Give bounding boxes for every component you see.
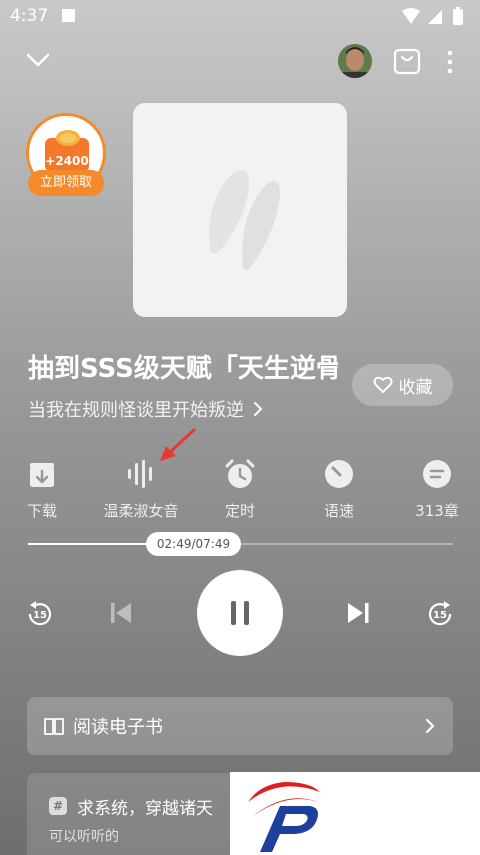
heart-icon [373, 376, 392, 393]
rewind-seconds: 15 [33, 610, 47, 621]
recommendation-title: 求系统，穿越诸天 [77, 799, 213, 819]
signal-battery-icon [402, 7, 463, 25]
recommendation-subtitle: 可以听听的 [49, 829, 119, 845]
tool-speed[interactable]: 语速 [294, 456, 384, 521]
notification-icon [62, 9, 75, 22]
tool-chapters-label: 313章 [415, 502, 459, 520]
chevron-down-icon [26, 53, 50, 67]
tool-timer[interactable]: 定时 [195, 456, 285, 521]
more-vertical-icon [447, 50, 453, 74]
promo-claim-button[interactable]: 立即领取 [28, 170, 104, 196]
skip-next-icon [348, 603, 369, 623]
chevron-right-icon [254, 402, 263, 416]
book-cover [133, 103, 347, 317]
tool-timer-label: 定时 [224, 502, 255, 520]
book-subtitle-link[interactable]: 当我在规则怪谈里开始叛逆 [28, 396, 266, 422]
voice-wave-icon [128, 460, 152, 488]
annotation-arrow-icon [160, 428, 196, 461]
download-icon [30, 463, 54, 487]
book-open-icon [44, 718, 64, 735]
tool-speed-label: 语速 [323, 502, 354, 520]
avatar[interactable] [338, 44, 372, 78]
previous-button[interactable] [106, 598, 136, 628]
speed-dial-icon [325, 460, 353, 488]
favorite-label: 收藏 [398, 377, 433, 398]
watermark-logo [230, 772, 480, 855]
fast-forward-icon: 15 [428, 601, 452, 626]
tool-download-label: 下载 [26, 502, 57, 520]
chevron-right-icon [425, 718, 435, 734]
pause-button[interactable] [197, 570, 283, 656]
read-ebook-button[interactable]: 阅读电子书 [27, 697, 453, 755]
forward-15-button[interactable]: 15 [423, 597, 457, 631]
skip-previous-icon [111, 603, 131, 623]
logo-icon [248, 782, 320, 852]
next-button[interactable] [343, 598, 373, 628]
read-ebook-label: 阅读电子书 [73, 717, 163, 738]
alarm-clock-icon [225, 459, 255, 488]
coin-icon [56, 130, 80, 146]
status-icons [400, 7, 470, 31]
status-time: 4:37 [10, 6, 49, 26]
more-button[interactable] [444, 48, 456, 80]
shopping-bag-icon [393, 48, 421, 75]
shopping-bag-button[interactable] [392, 46, 422, 80]
book-subtitle: 当我在规则怪谈里开始叛逆 [28, 400, 244, 421]
forward-seconds: 15 [433, 610, 447, 621]
tool-chapters[interactable]: 313章 [392, 456, 480, 521]
status-bar: 4:37 [0, 0, 480, 34]
hashtag-icon: # [49, 797, 67, 815]
pause-icon [231, 601, 249, 625]
rewind-15-button[interactable]: 15 [23, 597, 57, 631]
tool-voice-label: 温柔淑女音 [103, 502, 179, 520]
progress-time[interactable]: 02:49/07:49 [146, 532, 241, 556]
chapter-list-icon [423, 460, 451, 488]
favorite-button[interactable]: 收藏 [352, 364, 453, 406]
collapse-button[interactable] [24, 48, 52, 76]
rewind-icon: 15 [28, 601, 52, 626]
cover-placeholder-icon [209, 170, 280, 271]
tool-download[interactable]: 下载 [0, 456, 87, 521]
book-title: 抽到SSS级天赋「天生逆骨 [28, 354, 338, 384]
